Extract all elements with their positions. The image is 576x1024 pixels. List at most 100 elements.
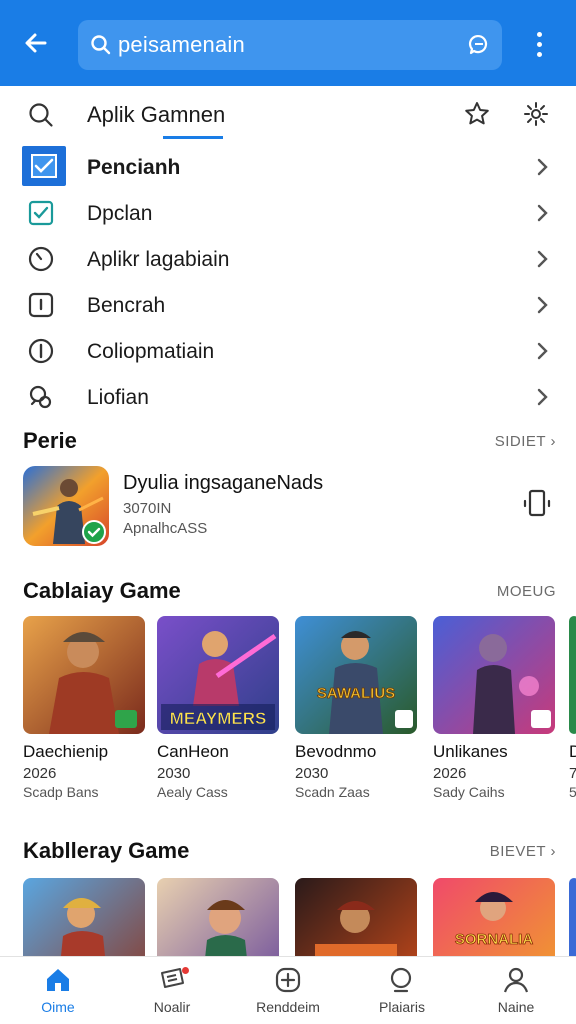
chevron-right-icon bbox=[537, 158, 548, 176]
see-all-link-games[interactable]: MOEUG bbox=[497, 583, 556, 600]
menu-item-label: Aplikr lagabiain bbox=[87, 248, 230, 271]
game-card-art-text: SAWALIUS bbox=[317, 685, 395, 702]
game-card-title: CanHeon bbox=[157, 742, 229, 761]
menu-item-label: Coliopmatiain bbox=[87, 340, 215, 363]
game-card-year: 2030 bbox=[295, 765, 329, 782]
game-card-art-text: SORNALIA bbox=[455, 931, 534, 948]
nav-item-home[interactable]: Oime bbox=[8, 965, 108, 1015]
section-title-games-2: Kablleray Game bbox=[23, 838, 190, 863]
featured-app-size: 3070IN bbox=[123, 500, 172, 517]
chat-icon[interactable] bbox=[466, 32, 492, 58]
game-card-meta: 5 bbox=[569, 784, 576, 800]
notification-dot bbox=[182, 967, 189, 974]
more-options-button[interactable] bbox=[524, 26, 554, 62]
game-card-meta: Sady Caihs bbox=[433, 784, 505, 800]
clock-icon bbox=[26, 244, 56, 274]
active-underline bbox=[163, 136, 223, 139]
game-card-image bbox=[23, 616, 145, 734]
more-vert-icon bbox=[536, 31, 542, 37]
info-circle-icon bbox=[26, 336, 56, 366]
section-title-featured: Perie bbox=[23, 428, 77, 453]
game-card-art-text: MEAYMERS bbox=[170, 709, 267, 728]
game-card-row: Daechienip 2026 Scadp Bans MEAYMERS CanH… bbox=[23, 616, 576, 816]
device-icon[interactable] bbox=[522, 488, 552, 518]
nav-label: Plaiaris bbox=[379, 999, 425, 1015]
search-bar[interactable]: peisamenain bbox=[78, 20, 502, 70]
game-card-image bbox=[433, 616, 555, 734]
game-card-year: 2030 bbox=[157, 765, 191, 782]
nav-label: Naine bbox=[497, 999, 535, 1015]
featured-app-category: ApnalhcASS bbox=[123, 520, 208, 537]
link-icon bbox=[26, 382, 56, 412]
see-all-link-featured[interactable]: SIDIET › bbox=[495, 433, 556, 450]
menu-header: Aplik Gamnen bbox=[0, 90, 576, 140]
game-card-year: 2026 bbox=[23, 765, 57, 782]
featured-app-row[interactable]: Dyulia ingsaganeNads 3070IN ApnalhcASS bbox=[0, 462, 576, 552]
game-card-title: Unlikanes bbox=[433, 742, 508, 761]
bottom-navigation: Oime Noalir Renddeim Plaiaris Naine bbox=[0, 956, 576, 1024]
menu-item-label: Bencrah bbox=[87, 294, 166, 317]
game-card[interactable]: Unlikanes 2026 Sady Caihs bbox=[433, 616, 555, 800]
back-button[interactable] bbox=[0, 0, 72, 86]
menu-header-label: Aplik Gamnen bbox=[87, 102, 226, 127]
square-info-icon bbox=[26, 290, 56, 320]
game-card-meta: Scadn Zaas bbox=[295, 784, 370, 800]
game-card[interactable]: Daechienip 2026 Scadp Bans bbox=[23, 616, 145, 800]
game-card-image bbox=[295, 878, 417, 956]
nav-label: Oime bbox=[41, 999, 75, 1015]
chevron-right-icon bbox=[537, 250, 548, 268]
game-card-image bbox=[23, 878, 145, 956]
game-card[interactable]: SORNALIA bbox=[433, 878, 555, 956]
menu-item-dpclan[interactable]: Dpclan bbox=[0, 190, 576, 236]
search-input[interactable]: peisamenain bbox=[118, 32, 245, 58]
game-card-image bbox=[569, 878, 576, 956]
game-card-year: 2026 bbox=[433, 765, 467, 782]
game-card-title: D bbox=[569, 742, 576, 761]
menu-item-label: Liofian bbox=[87, 386, 149, 409]
menu-item-liofian[interactable]: Liofian bbox=[0, 374, 576, 420]
back-arrow-icon bbox=[25, 33, 47, 53]
star-icon[interactable] bbox=[463, 100, 491, 128]
game-card-image: SORNALIA bbox=[433, 878, 555, 956]
game-card-row-2: SORNALIA bbox=[23, 878, 576, 956]
nav-label: Noalir bbox=[153, 999, 191, 1015]
checkbox-checked-icon bbox=[22, 146, 66, 186]
menu-item-bencrah[interactable]: Bencrah bbox=[0, 282, 576, 328]
featured-app-title: Dyulia ingsaganeNads bbox=[123, 472, 324, 494]
home-icon bbox=[47, 969, 69, 991]
section-title-games: Cablaiay Game bbox=[23, 578, 181, 603]
game-card[interactable] bbox=[157, 878, 279, 956]
menu-item-aplikr[interactable]: Aplikr lagabiain bbox=[0, 236, 576, 282]
menu-item-coliopmatiain[interactable]: Coliopmatiain bbox=[0, 328, 576, 374]
game-card-image bbox=[569, 616, 576, 734]
verified-badge-icon bbox=[82, 520, 106, 544]
game-card-image: SAWALIUS bbox=[295, 616, 417, 734]
game-card[interactable]: SAWALIUS Bevodnmo 2030 Scadn Zaas bbox=[295, 616, 417, 800]
nav-item-renddeim[interactable]: Renddeim bbox=[238, 965, 338, 1015]
chevron-right-icon bbox=[537, 388, 548, 406]
search-icon[interactable] bbox=[26, 100, 56, 130]
person-icon bbox=[503, 967, 529, 993]
top-app-bar: peisamenain bbox=[0, 0, 576, 86]
nav-item-plaiaris[interactable]: Plaiaris bbox=[352, 965, 452, 1015]
game-card-meta: Scadp Bans bbox=[23, 784, 99, 800]
nav-item-noalir[interactable]: Noalir bbox=[122, 965, 222, 1015]
search-icon bbox=[390, 967, 412, 993]
game-card-partial[interactable] bbox=[569, 878, 576, 956]
nav-item-naine[interactable]: Naine bbox=[466, 965, 566, 1015]
game-card-year: 7 bbox=[569, 765, 576, 782]
settings-icon[interactable] bbox=[522, 100, 550, 128]
see-all-link-games-2[interactable]: BIEVET › bbox=[490, 843, 556, 860]
game-card-title: Bevodnmo bbox=[295, 742, 377, 761]
search-icon bbox=[91, 35, 111, 55]
chevron-right-icon bbox=[537, 296, 548, 314]
menu-item-label: Dpclan bbox=[87, 202, 153, 225]
menu-item-pencianh[interactable]: Pencianh bbox=[0, 144, 576, 190]
game-card-image bbox=[157, 878, 279, 956]
game-card-image: MEAYMERS bbox=[157, 616, 279, 734]
game-card[interactable] bbox=[23, 878, 145, 956]
game-card[interactable]: MEAYMERS CanHeon 2030 Aealy Cass bbox=[157, 616, 279, 800]
game-card-partial[interactable]: D 7 5 bbox=[569, 616, 576, 800]
game-card[interactable] bbox=[295, 878, 417, 956]
menu-item-label: Pencianh bbox=[87, 156, 181, 179]
